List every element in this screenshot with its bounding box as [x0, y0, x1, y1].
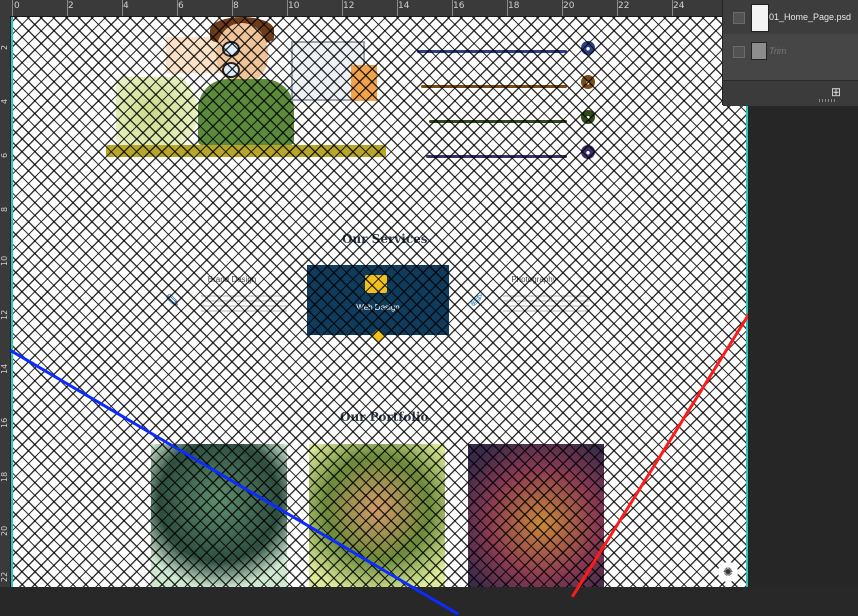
workspace-background: [748, 105, 858, 587]
ruler-number: 2: [0, 44, 9, 50]
layer-row[interactable]: 01_Home_Page.psd: [723, 0, 858, 34]
character-body: [198, 79, 294, 145]
ruler-tick: [177, 0, 178, 16]
service-label: Brand Design: [207, 275, 257, 284]
ruler-number: 24: [673, 1, 685, 11]
ruler-number: 20: [563, 1, 575, 11]
glasses-icon: [222, 41, 262, 78]
service-description: [201, 295, 287, 315]
service-card-web[interactable]: Web Design: [307, 265, 449, 335]
portfolio-title: Our Portfolio: [340, 410, 429, 424]
portfolio-item-house[interactable]: [151, 444, 287, 587]
ruler-number: 2: [68, 1, 74, 11]
ruler-number: 10: [288, 1, 300, 11]
layers-panel: 01_Home_Page.psd Trim ⊞: [722, 0, 858, 106]
ruler-corner: [0, 0, 10, 16]
skill-bar: [429, 120, 567, 123]
plant-decoration: [116, 77, 206, 147]
folder-icon: [365, 275, 387, 293]
ruler-number: 12: [0, 309, 9, 320]
new-layer-icon[interactable]: ⊞: [831, 85, 841, 99]
ruler-number: 18: [0, 471, 9, 482]
ruler-number: 14: [0, 363, 9, 374]
ruler-number: 10: [0, 255, 9, 266]
ruler-tick: [287, 0, 288, 16]
desk-decoration: [106, 145, 386, 157]
document-canvas[interactable]: ● ● ● ● Our Services Brand Design ✎ Web …: [11, 17, 748, 587]
ruler-tick: [672, 0, 673, 16]
ruler-number: 8: [233, 1, 239, 11]
layer-name: Trim: [769, 46, 787, 56]
ruler-tick: [232, 0, 233, 16]
ruler-number: 18: [508, 1, 520, 11]
ruler-number: 8: [0, 206, 9, 212]
ruler-number: 14: [398, 1, 410, 11]
layer-visibility-checkbox[interactable]: [733, 12, 745, 24]
loading-icon: ✺: [718, 562, 738, 582]
ruler-number: 0: [14, 1, 20, 11]
dw-icon: ●: [581, 110, 595, 124]
fl-icon: ●: [581, 145, 595, 159]
ruler-number: 16: [453, 1, 465, 11]
ruler-tick: [562, 0, 563, 16]
ruler-tick: [122, 0, 123, 16]
service-card-photo[interactable]: Photography ✐: [463, 267, 605, 337]
pencil-icon: ✐: [469, 291, 485, 311]
ruler-tick: [397, 0, 398, 16]
ruler-tick: [342, 0, 343, 16]
portfolio-item-machine[interactable]: [468, 444, 604, 587]
ruler-number: 20: [0, 525, 9, 536]
service-label: Photography: [511, 275, 557, 284]
layer-row[interactable]: Trim: [723, 34, 858, 68]
ai-icon: ●: [581, 75, 595, 89]
layer-visibility-checkbox[interactable]: [733, 46, 745, 58]
skill-bar: [426, 155, 567, 158]
ruler-number: 6: [178, 1, 184, 11]
service-card-brand[interactable]: Brand Design ✎: [161, 267, 303, 337]
ruler-tick: [452, 0, 453, 16]
ruler-left[interactable]: 2 4 6 8 10 12 14 16 18 20 22: [0, 16, 11, 587]
ruler-number: 4: [123, 1, 129, 11]
ruler-tick: [507, 0, 508, 16]
document-icon: [751, 42, 767, 60]
ruler-top[interactable]: 0 2 4 6 8 10 12 14 16 18 20 22 24: [10, 0, 722, 17]
chart-card-decoration: [351, 65, 377, 101]
service-label: Web Design: [356, 303, 400, 312]
ruler-number: 16: [0, 417, 9, 428]
ruler-tick: [67, 0, 68, 16]
layer-thumbnail: [751, 4, 769, 32]
hero-illustration: [106, 17, 391, 167]
skill-bar: [417, 50, 567, 53]
service-description: [503, 295, 589, 315]
ruler-number: 12: [343, 1, 355, 11]
ruler-tick: [617, 0, 618, 16]
services-title: Our Services: [342, 232, 428, 246]
ruler-number: 6: [0, 152, 9, 158]
ruler-tick: [12, 0, 13, 16]
layer-name: 01_Home_Page.psd: [769, 12, 852, 22]
guide-line: [11, 17, 13, 587]
panel-footer: ⊞: [723, 80, 858, 106]
ruler-number: 22: [618, 1, 630, 11]
panel-resize-grip[interactable]: [819, 99, 837, 102]
skill-bar: [421, 85, 567, 88]
pen-icon: ✎: [165, 291, 181, 311]
ps-icon: ●: [581, 41, 595, 55]
ruler-number: 22: [0, 571, 9, 582]
ruler-number: 4: [0, 98, 9, 104]
